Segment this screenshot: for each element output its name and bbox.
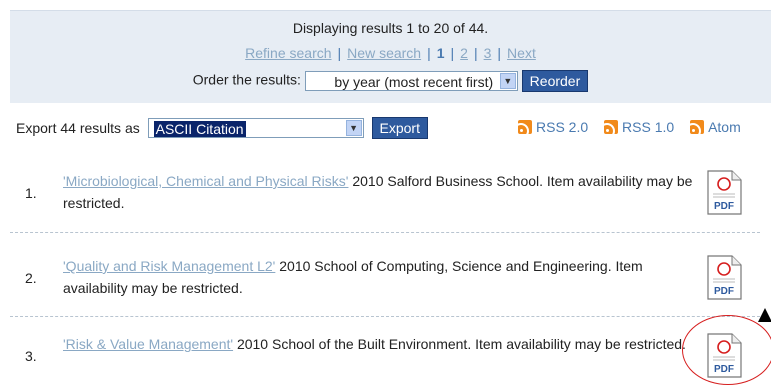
result-title-link[interactable]: 'Microbiological, Chemical and Physical … [63, 173, 348, 189]
refine-search-link[interactable]: Refine search [245, 45, 331, 61]
export-row: Export 44 results as ASCII Citation ▼ Exp… [16, 117, 771, 141]
pdf-label: PDF [714, 201, 734, 212]
next-page-link[interactable]: Next [507, 45, 536, 61]
feed-links: RSS 2.0 RSS 1.0 Atom [518, 119, 753, 135]
results-header: Displaying results 1 to 20 of 44. Refine… [10, 10, 771, 103]
result-number: 2. [25, 270, 37, 286]
chevron-down-icon[interactable]: ▼ [499, 73, 516, 89]
chevron-down-icon[interactable]: ▼ [345, 120, 362, 136]
pdf-icon[interactable]: PDF [706, 255, 742, 300]
rss-icon [690, 120, 705, 134]
result-number: 3. [25, 348, 37, 364]
divider [10, 316, 760, 317]
rss-icon [518, 120, 532, 134]
page-1-current: 1 [436, 45, 445, 61]
rss2-feed-link[interactable]: RSS 2.0 [518, 119, 588, 135]
result-details: 2010 School of the Built Environment. It… [233, 336, 686, 352]
rss-icon [604, 120, 619, 134]
results-count: Displaying results 1 to 20 of 44. [292, 20, 489, 36]
divider [10, 232, 760, 233]
atom-feed-link[interactable]: Atom [690, 119, 741, 135]
pdf-icon[interactable]: PDF [706, 170, 742, 215]
pdf-label: PDF [714, 286, 734, 297]
export-button[interactable]: Export [371, 117, 428, 139]
highlight-circle [682, 315, 771, 385]
result-title-link[interactable]: 'Risk & Value Management' [63, 336, 233, 352]
new-search-link[interactable]: New search [347, 45, 421, 61]
page-3-link[interactable]: 3 [484, 45, 492, 61]
order-label: Order the results: [192, 71, 301, 88]
order-row: Order the results: by year (most recent … [10, 70, 771, 92]
export-label: Export 44 results as [16, 120, 140, 136]
order-select[interactable]: by year (most recent first) ▼ [304, 71, 518, 91]
export-format-select[interactable]: ASCII Citation ▼ [147, 118, 364, 138]
rss1-feed-link[interactable]: RSS 1.0 [604, 119, 674, 135]
mouse-pointer-icon [758, 308, 771, 322]
page-2-link[interactable]: 2 [460, 45, 468, 61]
result-title-link[interactable]: 'Quality and Risk Management L2' [63, 258, 275, 274]
reorder-button[interactable]: Reorder [521, 70, 589, 92]
search-nav: Refine search | New search | 1 | 2 | 3 | Next [245, 45, 536, 61]
result-number: 1. [25, 185, 37, 201]
